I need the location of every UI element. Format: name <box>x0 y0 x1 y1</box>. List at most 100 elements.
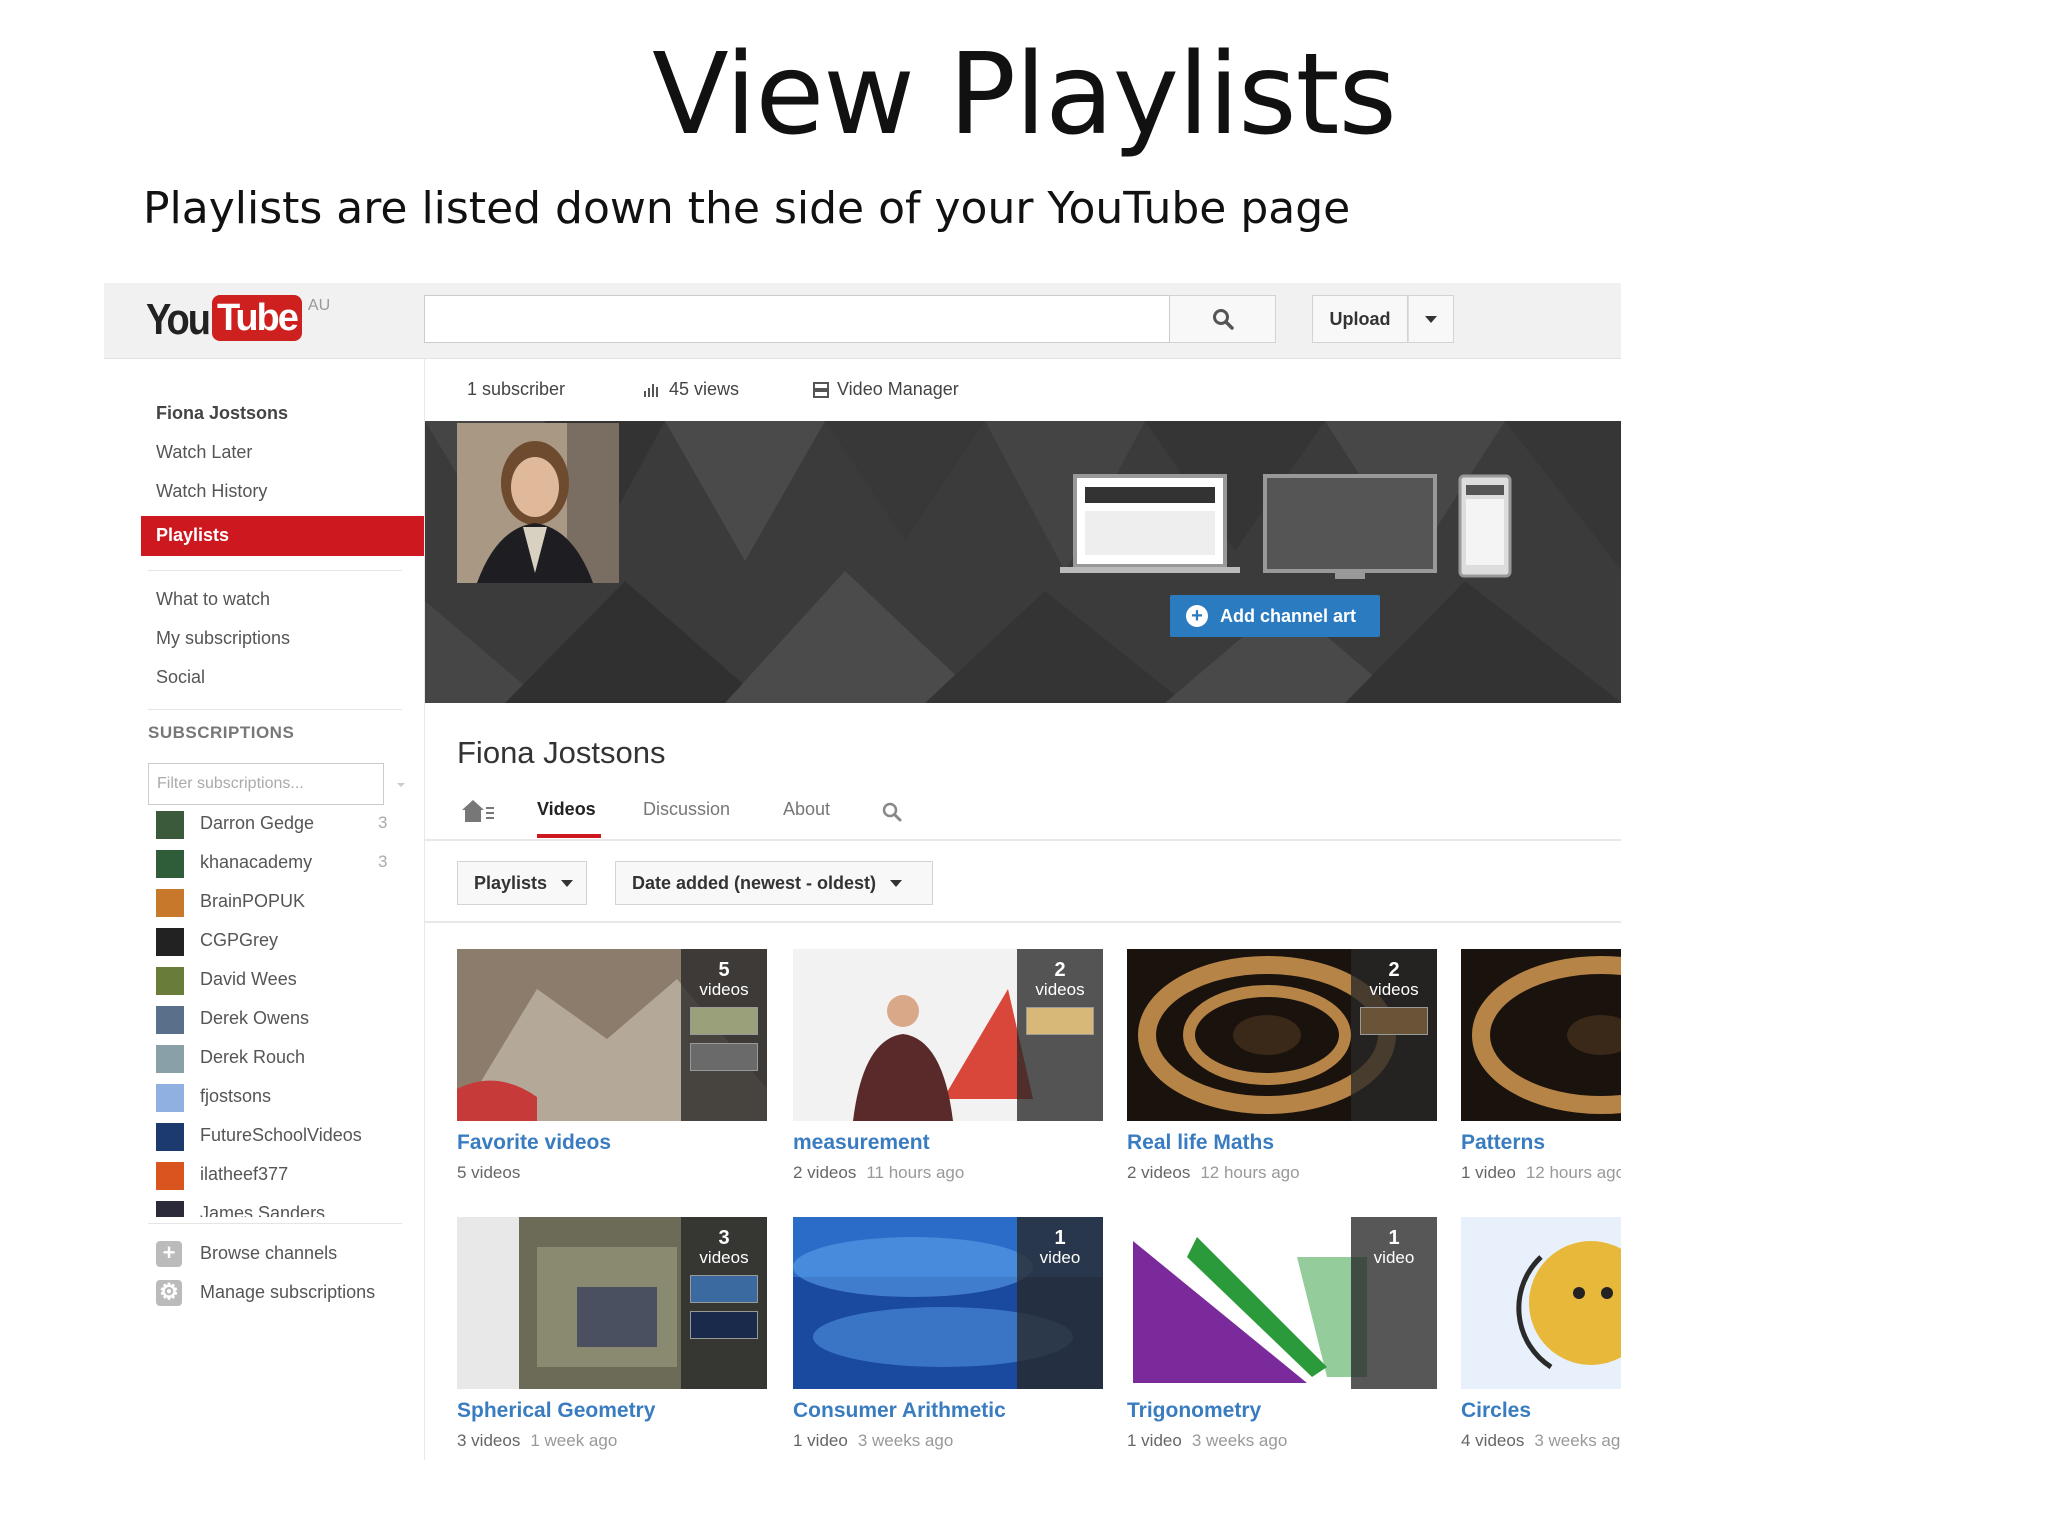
playlist-meta: 1 video 3 weeks ago <box>1127 1431 1437 1451</box>
tab-about[interactable]: About <box>783 799 830 820</box>
video-manager-icon <box>813 381 829 398</box>
search-input[interactable] <box>424 295 1170 343</box>
subscription-item[interactable]: Derek Rouch <box>156 1041 402 1075</box>
channel-avatar <box>156 1084 184 1112</box>
playlist-thumbnail[interactable]: 2 videos <box>1127 949 1437 1121</box>
playlist-title[interactable]: Real life Maths <box>1127 1131 1437 1155</box>
tab-videos[interactable]: Videos <box>537 799 596 820</box>
subscription-item[interactable]: fjostsons <box>156 1080 402 1114</box>
subscription-item[interactable]: David Wees <box>156 963 402 997</box>
plus-icon: + <box>156 1241 182 1267</box>
playlist-thumbnail[interactable]: 5 videos <box>457 949 767 1121</box>
subscription-item[interactable]: ilatheef377 <box>156 1158 402 1192</box>
logo-country: AU <box>307 297 331 314</box>
video-manager-link[interactable]: Video Manager <box>813 379 959 400</box>
playlist-thumbnail[interactable]: 1 video <box>793 1217 1103 1389</box>
youtube-logo[interactable]: You Tube AU <box>146 295 330 345</box>
subscription-item[interactable]: Darron Gedge 3 <box>156 807 402 841</box>
playlist-meta: 2 videos 11 hours ago <box>793 1163 1103 1183</box>
filter-placeholder: Filter subscriptions... <box>157 775 304 792</box>
subscription-item[interactable]: BrainPOPUK <box>156 885 402 919</box>
sidebar-item-playlists[interactable]: Playlists <box>141 516 424 556</box>
browse-channels-link[interactable]: Browse channels <box>200 1243 337 1264</box>
playlist-title[interactable]: Circles <box>1461 1399 1621 1423</box>
upload-button[interactable]: Upload <box>1312 295 1408 343</box>
playlist-card[interactable]: 2 videos measurement 2 videos 11 hours ag… <box>793 949 1103 1183</box>
bar-chart-icon <box>644 383 658 397</box>
view-count: 45 views <box>643 379 739 400</box>
playlist-count-unit: videos <box>699 1248 749 1267</box>
playlist-title[interactable]: Consumer Arithmetic <box>793 1399 1103 1423</box>
sidebar-item-watch-history[interactable]: Watch History <box>156 481 267 502</box>
divider <box>148 1223 402 1224</box>
playlist-meta: 1 video 12 hours ago <box>1461 1163 1621 1183</box>
search-icon[interactable] <box>881 801 903 823</box>
sidebar-item-social[interactable]: Social <box>156 667 205 688</box>
chevron-down-icon <box>1425 315 1437 323</box>
playlist-card[interactable]: 5 videos Favorite videos 5 videos <box>457 949 767 1183</box>
sidebar-item-label: Playlists <box>156 525 230 545</box>
search-button[interactable] <box>1170 295 1276 343</box>
playlist-thumbnail[interactable] <box>1461 1217 1621 1389</box>
sidebar-item-my-subscriptions[interactable]: My subscriptions <box>156 628 290 649</box>
sort-order-dropdown[interactable]: Date added (newest - oldest) <box>615 861 933 905</box>
playlist-thumbnail[interactable] <box>1461 949 1621 1121</box>
channel-avatar <box>156 1123 184 1151</box>
channel-avatar <box>156 1006 184 1034</box>
chevron-down-icon <box>890 879 903 887</box>
sidebar-item-what-to-watch[interactable]: What to watch <box>156 589 270 610</box>
manage-subscriptions-link[interactable]: Manage subscriptions <box>200 1282 375 1303</box>
playlist-title[interactable]: Patterns <box>1461 1131 1621 1155</box>
sort-order-label: Date added (newest - oldest) <box>632 872 877 893</box>
playlist-card[interactable]: Circles 4 videos 3 weeks ago <box>1461 1217 1621 1451</box>
channel-avatar <box>156 1045 184 1073</box>
mini-thumbnail <box>690 1275 758 1303</box>
playlist-thumbnail[interactable]: 1 video <box>1127 1217 1437 1389</box>
playlist-title[interactable]: Favorite videos <box>457 1131 767 1155</box>
subscription-name: James Sanders <box>200 1203 326 1217</box>
content-type-dropdown[interactable]: Playlists <box>457 861 587 905</box>
sidebar-item-watch-later[interactable]: Watch Later <box>156 442 252 463</box>
slide-title: View Playlists <box>652 30 1397 160</box>
playlist-meta: 4 videos 3 weeks ago <box>1461 1431 1621 1451</box>
channel-avatar-photo[interactable] <box>457 423 619 583</box>
sidebar-item-fiona-jostsons[interactable]: Fiona Jostsons <box>156 403 288 424</box>
playlist-count: 5 <box>718 959 730 981</box>
playlist-title[interactable]: measurement <box>793 1131 1103 1155</box>
subscription-item[interactable]: Derek Owens <box>156 1002 402 1036</box>
updated-time: 3 weeks ago <box>1534 1431 1621 1450</box>
filter-subscriptions-input[interactable]: Filter subscriptions... <box>148 763 384 805</box>
subscription-item[interactable]: James Sanders <box>156 1197 402 1217</box>
subscription-item[interactable]: CGPGrey <box>156 924 402 958</box>
playlist-card[interactable]: 1 video Consumer Arithmetic 1 video 3 wee… <box>793 1217 1103 1451</box>
updated-time: 12 hours ago <box>1200 1163 1300 1182</box>
device-illustration <box>1060 474 1512 579</box>
home-icon[interactable] <box>461 799 495 823</box>
subscriber-count: 1 subscriber <box>467 379 565 400</box>
playlist-meta: 3 videos 1 week ago <box>457 1431 767 1451</box>
playlist-count-overlay: 3 videos <box>681 1217 767 1389</box>
filter-chevron-icon[interactable] <box>397 783 405 787</box>
playlist-thumbnail[interactable]: 2 videos <box>793 949 1103 1121</box>
playlist-count-overlay: 2 videos <box>1017 949 1103 1121</box>
mini-thumbnail <box>1360 1007 1428 1035</box>
subscription-name: fjostsons <box>200 1086 272 1106</box>
tab-discussion[interactable]: Discussion <box>643 799 730 820</box>
playlist-thumbnail[interactable]: 3 videos <box>457 1217 767 1389</box>
subscription-name: ilatheef377 <box>200 1164 289 1184</box>
channel-avatar <box>156 1162 184 1190</box>
playlist-title[interactable]: Trigonometry <box>1127 1399 1437 1423</box>
playlist-title[interactable]: Spherical Geometry <box>457 1399 767 1423</box>
upload-menu-button[interactable] <box>1408 295 1454 343</box>
playlist-card[interactable]: 2 videos Real life Maths 2 videos 12 hour… <box>1127 949 1437 1183</box>
sidebar: Fiona Jostsons Watch Later Watch History… <box>104 359 424 1460</box>
playlist-count-unit: videos <box>1035 980 1085 999</box>
playlist-card[interactable]: 3 videos Spherical Geometry 3 videos 1 we… <box>457 1217 767 1451</box>
add-channel-art-button[interactable]: + Add channel art <box>1170 595 1380 637</box>
channel-main: 1 subscriber 45 views Video Manager + Ad… <box>424 359 1621 1460</box>
subscription-item[interactable]: FutureSchoolVideos <box>156 1119 402 1153</box>
playlist-card[interactable]: 1 video Trigonometry 1 video 3 weeks ago <box>1127 1217 1437 1451</box>
playlist-card[interactable]: Patterns 1 video 12 hours ago <box>1461 949 1621 1183</box>
playlist-count-overlay: 5 videos <box>681 949 767 1121</box>
subscription-item[interactable]: khanacademy 3 <box>156 846 402 880</box>
